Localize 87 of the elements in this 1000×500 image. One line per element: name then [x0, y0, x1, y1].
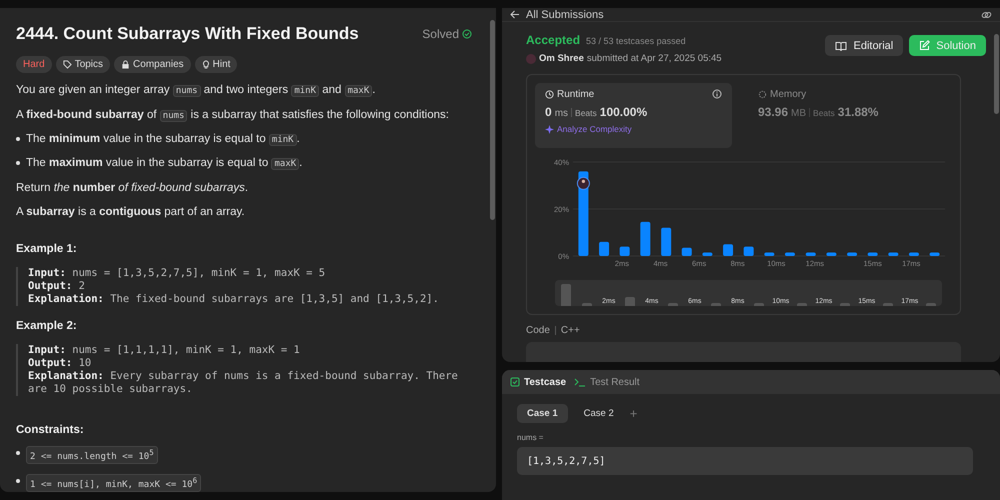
- metric-tab[interactable]: Memory 93.96 MB Beats 31.88%: [748, 83, 945, 148]
- chart-bar: [620, 246, 630, 256]
- example-line: Input: nums = [1,3,5,2,7,5], minK = 1, maxK = 5: [28, 266, 326, 280]
- edit-icon: [919, 40, 930, 51]
- overview-bar: [582, 303, 592, 306]
- chart-bar: [599, 242, 610, 256]
- chart-bar: [682, 248, 692, 256]
- chart-bar: [764, 252, 774, 256]
- code-label: Code: [526, 325, 550, 336]
- description-text: You are given an integer array nums and two integers minK and maxK .: [16, 83, 376, 98]
- topics-tag[interactable]: Topics: [56, 56, 110, 73]
- overview-bar: [883, 303, 894, 306]
- chart-bar: [826, 252, 836, 256]
- description-text: A fixed-bound subarray of nums is a subarray that satisfies the following conditions:: [16, 108, 450, 123]
- hint-tag[interactable]: Hint: [194, 56, 238, 73]
- lock-icon: [121, 60, 130, 69]
- lightbulb-icon: [202, 60, 210, 69]
- solved-status: Solved: [422, 27, 472, 41]
- console-tab[interactable]: Testcase: [510, 376, 566, 388]
- avatar-icon: [526, 54, 536, 64]
- input-field[interactable]: [1,3,5,2,7,5]: [517, 447, 973, 475]
- example-title: Example 2:: [16, 320, 78, 332]
- example-line: Output: 2: [28, 280, 86, 293]
- sparkle-icon: [545, 124, 554, 134]
- chart-bar: [806, 252, 816, 256]
- chart-bar: [888, 252, 898, 256]
- example-line: Explanation: The fixed-bound subarrays are [1,3,5] and [1,3,5,2].: [28, 292, 440, 306]
- scrollbar[interactable]: [490, 20, 494, 220]
- input-label: nums =: [517, 433, 544, 442]
- case-tab[interactable]: Case 1: [517, 404, 568, 423]
- overview-bar: [840, 303, 850, 306]
- condition-item: The minimum value in the subarray is equal to minK .: [16, 132, 472, 147]
- overview-bar: [625, 297, 636, 306]
- description-text: A subarray is a contiguous part of an array.: [16, 205, 246, 219]
- example-line: Output: 10: [28, 356, 92, 370]
- metric-label: Memory: [758, 89, 806, 100]
- checkbox-icon: [510, 377, 520, 387]
- chart-bar: [930, 252, 940, 256]
- chart-bar: [640, 222, 650, 256]
- constraint-item: 2 <= nums.length <= 10$^{5}$: [26, 446, 158, 464]
- overview-bar: [668, 303, 678, 306]
- scrollbar[interactable]: [994, 34, 998, 114]
- tag-icon: [62, 60, 72, 69]
- terminal-icon: [574, 377, 586, 387]
- console-tab[interactable]: Test Result: [574, 376, 640, 388]
- chart-bar: [868, 252, 878, 256]
- clock-icon: [545, 90, 554, 99]
- link-icon[interactable]: [981, 10, 992, 20]
- case-tab[interactable]: Case 2: [574, 404, 624, 423]
- constraints-title: Constraints:: [16, 424, 85, 436]
- metric-value: 93.96 MB Beats 31.88%: [758, 105, 880, 119]
- chart-bar: [702, 252, 712, 256]
- example-title: Example 1:: [16, 242, 78, 255]
- metric-label: Runtime: [545, 89, 594, 100]
- metric-tab[interactable]: Runtime 0 ms Beats 100.00% Analyze Complexity: [535, 83, 732, 148]
- language-label: C++: [560, 325, 580, 336]
- overview-bar: [797, 303, 808, 306]
- companies-tag[interactable]: Companies: [114, 56, 191, 73]
- problem-title: 2444. Count Subarrays With Fixed Bounds: [16, 24, 359, 44]
- overview-bar: [754, 303, 764, 306]
- chart-bar: [744, 246, 754, 256]
- chip-icon: [758, 90, 767, 99]
- all-submissions-link[interactable]: All Submissions: [510, 8, 604, 20]
- chart-bar: [908, 252, 919, 256]
- metric-value: 0 ms Beats 100.00%: [545, 105, 648, 119]
- example-line: Input: nums = [1,1,1,1], minK = 1, maxK = 1: [28, 344, 301, 357]
- example-line: Explanation: Every subarray of nums is a fixed-bound subarray. There are 10 possible subarrays.: [28, 370, 459, 396]
- overview-bar: [711, 303, 722, 306]
- arrow-left-icon: [510, 10, 520, 19]
- editorial-button[interactable]: Editorial: [825, 35, 904, 56]
- overview-bar: [560, 284, 571, 306]
- book-icon: [835, 40, 848, 50]
- chart-bar: [847, 252, 858, 256]
- chart-bar: [723, 244, 734, 256]
- overview-bar: [926, 303, 936, 306]
- testcases-text: 53 / 53 testcases passed: [586, 36, 686, 46]
- condition-item: The maximum value in the subarray is equal to maxK .: [16, 156, 472, 171]
- verdict-text: Accepted: [526, 33, 580, 47]
- info-icon: [712, 89, 722, 99]
- difficulty-tag: Hard: [16, 56, 52, 73]
- avatar-icon: [576, 176, 590, 190]
- submitted-time: submitted at Apr 27, 2025 05:45: [586, 53, 722, 64]
- author-name[interactable]: Om Shree: [539, 53, 584, 64]
- description-text: Return the number of fixed-bound subarrays.: [16, 181, 250, 195]
- chart-bar: [661, 228, 672, 256]
- constraint-item: 1 <= nums[i], minK, maxK <= 10$^{6}$: [26, 474, 202, 492]
- chart-bar: [784, 252, 795, 256]
